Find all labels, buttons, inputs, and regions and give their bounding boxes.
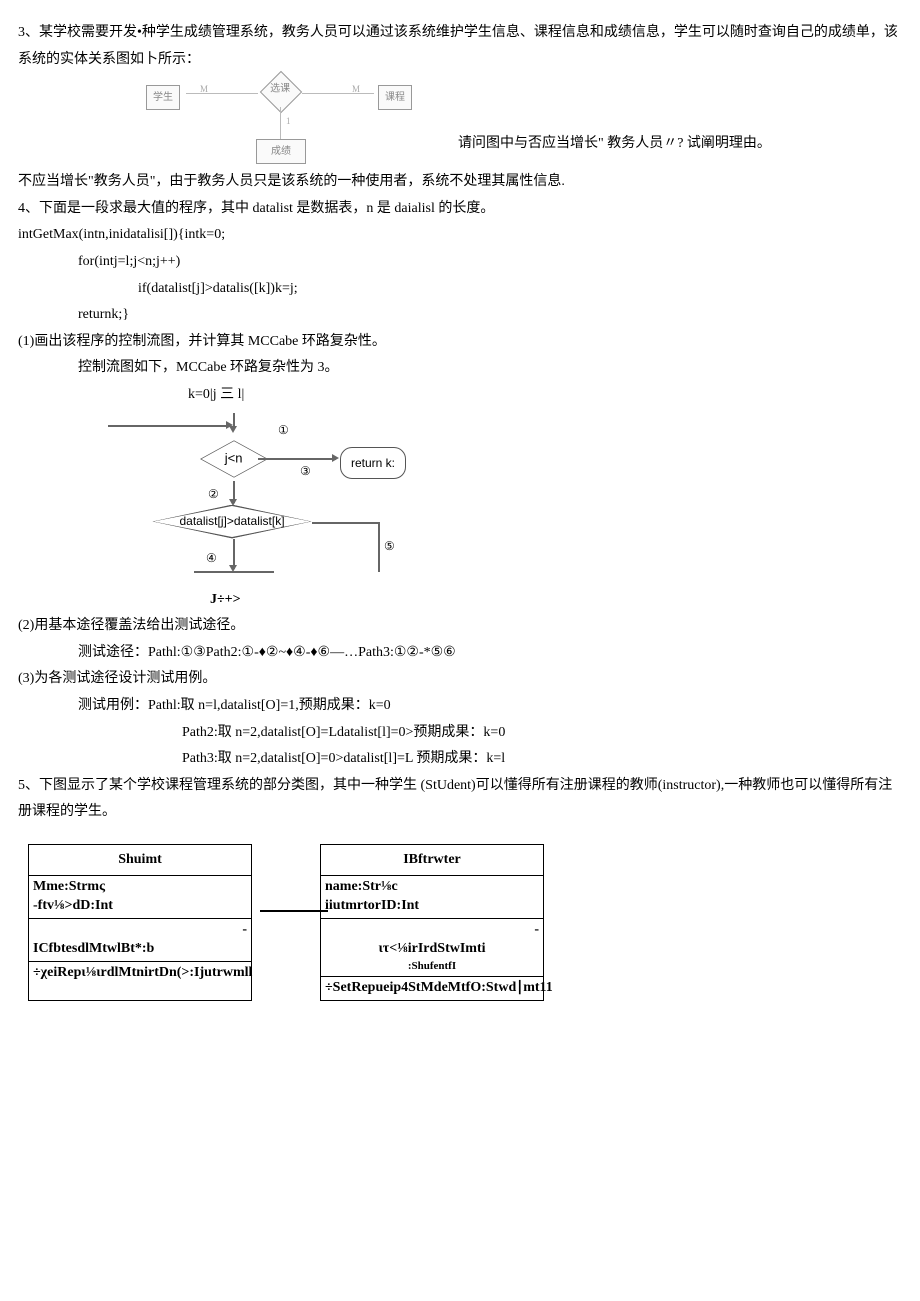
- q4-part3: (3)为各测试途径设计测试用例。: [18, 666, 902, 693]
- q3-answer: 不应当增长"教务人员"，由于教务人员只是该系统的一种使用者，系统不处理其属性信息…: [18, 169, 902, 196]
- flow-bottom-label: J÷+>: [210, 587, 902, 614]
- flow-d2: datalist[j]>datalist[k]: [152, 505, 312, 539]
- flow-diagram: ① j<n ③ return k: ② datalist[j]>datalist…: [108, 413, 468, 583]
- q5-prompt: 5、下图显示了某个学校课程管理系统的部分类图，其中一种学生 (StUdent)可…: [18, 773, 902, 826]
- er-relation-select: 选课: [260, 71, 302, 113]
- uml-student-m2: ÷χeiRepι⅛ιrdlMtnirtDn(>:Ijutrwmll: [29, 962, 251, 985]
- flow-return: return k:: [340, 447, 406, 480]
- q4-p3-ans3: Path3:取 n=2,datalist[O]=0>datalist[l]=L …: [18, 746, 902, 773]
- flow-node-3: ③: [300, 460, 311, 483]
- er-entity-course: 课程: [378, 85, 412, 110]
- q4-p3-ans1: 测试用例：Pathl:取 n=l,datalist[O]=1,预期成果：k=0: [18, 693, 902, 720]
- er-one: 1: [286, 113, 291, 130]
- uml-student-dash: -: [33, 921, 247, 940]
- uml-student-attr2: -ftv⅛>dD:Int: [33, 897, 247, 916]
- code-line-4: returnk;}: [18, 302, 902, 329]
- flow-node-2: ②: [208, 483, 219, 506]
- uml-student-title: Shuimt: [29, 845, 251, 877]
- flow-node-5: ⑤: [384, 535, 395, 558]
- uml-instructor-m1: ιτ<⅛irIrdStwImti: [325, 940, 539, 959]
- uml-class-student: Shuimt Mme:Strmς -ftv⅛>dD:Int - ICfbtesd…: [28, 844, 252, 1001]
- flow-node-1: ①: [278, 419, 289, 442]
- er-entity-student: 学生: [146, 85, 180, 110]
- uml-instructor-attr1: name:Str⅛c: [325, 878, 539, 897]
- er-diagram: 学生 M 选课 M 课程 1 成绩: [138, 79, 438, 161]
- er-m-right: M: [352, 81, 360, 98]
- er-entity-score: 成绩: [256, 139, 306, 164]
- flow-title: k=0|j 三 l|: [188, 382, 902, 409]
- code-line-3: if(datalist[j]>datalis([k])k=j;: [18, 276, 902, 303]
- uml-instructor-m1b: :ShufentfI: [325, 959, 539, 974]
- uml-instructor-attr2: iiutmrtorID:Int: [325, 897, 539, 916]
- uml-instructor-dash: -: [325, 921, 539, 940]
- q4-part2-answer: 测试途径：Pathl:①③Path2:①-♦②~♦④-♦⑥—…Path3:①②-…: [18, 640, 902, 667]
- code-line-1: intGetMax(intn,inidatalisi[]){intk=0;: [18, 222, 902, 249]
- uml-association-line: [260, 910, 328, 912]
- uml-student-m1: ICfbtesdlMtwlBt*:b: [33, 940, 247, 959]
- q4-part1: (1)画出该程序的控制流图，并计算其 MCCabe 环路复杂性。: [18, 329, 902, 356]
- uml-student-attr1: Mme:Strmς: [33, 878, 247, 897]
- er-m-left: M: [200, 81, 208, 98]
- er-row: 学生 M 选课 M 课程 1 成绩 请问图中与否应当增长" 教务人员〃? 试阐明…: [18, 79, 902, 161]
- flow-node-4: ④: [206, 547, 217, 570]
- q4-part2: (2)用基本途径覆盖法给出测试途径。: [18, 613, 902, 640]
- uml-class-instructor: IBftrwter name:Str⅛c iiutmrtorID:Int - ι…: [320, 844, 544, 1001]
- q4-part1-answer: 控制流图如下，MCCabe 环路复杂性为 3。: [18, 355, 902, 382]
- uml-instructor-title: IBftrwter: [321, 845, 543, 877]
- q3-prompt: 3、某学校需要开发•种学生成绩管理系统，教务人员可以通过该系统维护学生信息、课程…: [18, 20, 902, 73]
- uml-instructor-m2: ÷SetRepueip4StMdeMtfO:Stwd∣mt11: [321, 977, 543, 1000]
- er-caption: 请问图中与否应当增长" 教务人员〃? 试阐明理由。: [458, 131, 771, 162]
- q4-prompt: 4、下面是一段求最大值的程序，其中 datalist 是数据表，n 是 daia…: [18, 196, 902, 223]
- uml-row: Shuimt Mme:Strmς -ftv⅛>dD:Int - ICfbtesd…: [28, 844, 902, 1001]
- q4-p3-ans2: Path2:取 n=2,datalist[O]=Ldatalist[l]=0>预…: [18, 720, 902, 747]
- code-line-2: for(intj=l;j<n;j++): [18, 249, 902, 276]
